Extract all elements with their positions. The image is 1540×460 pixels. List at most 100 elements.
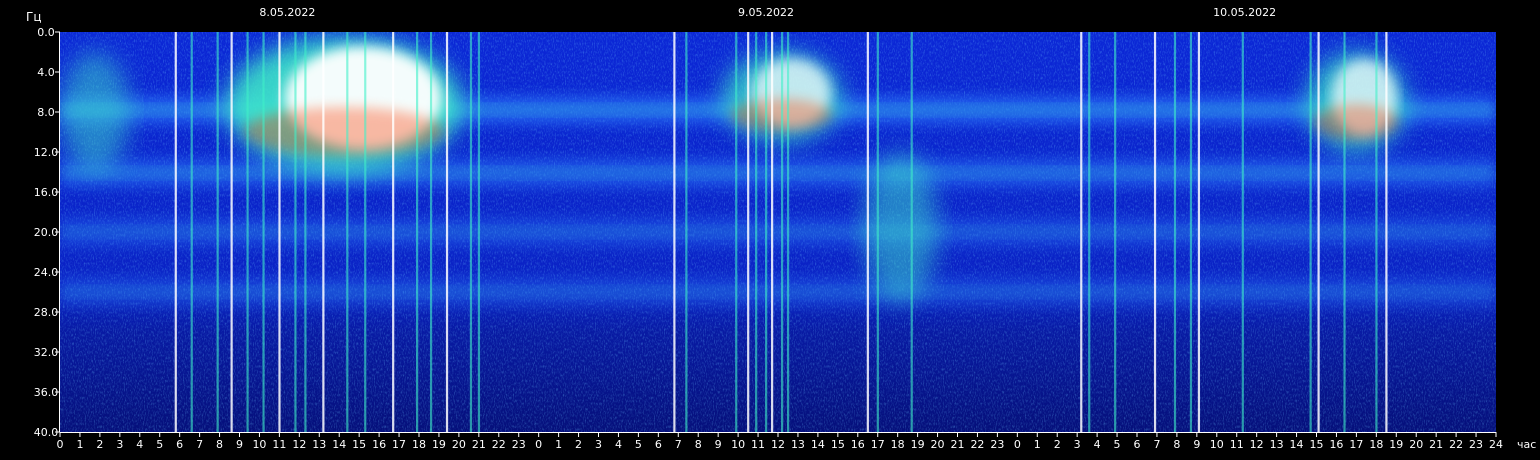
x-tick-label: 0	[1014, 438, 1021, 451]
x-tick-label: 5	[156, 438, 163, 451]
x-tick-label: 15	[352, 438, 366, 451]
x-tick-label: 11	[751, 438, 765, 451]
spike-line	[469, 32, 473, 432]
x-tick-label: 2	[96, 438, 103, 451]
spike-line	[747, 32, 750, 432]
x-tick-label: 23	[990, 438, 1004, 451]
x-tick-label: 19	[1389, 438, 1403, 451]
spike-line	[216, 32, 219, 432]
date-label: 8.05.2022	[259, 6, 315, 19]
plot-area	[60, 32, 1496, 432]
x-tick-label: 13	[312, 438, 326, 451]
spike-line	[294, 32, 297, 432]
spike-line	[246, 32, 249, 432]
x-tick-label: 23	[1469, 438, 1483, 451]
x-tick-label: 13	[1270, 438, 1284, 451]
spike-line	[866, 32, 869, 432]
spike-line	[1080, 32, 1083, 432]
spike-line	[1309, 32, 1312, 432]
x-tick-label: 19	[432, 438, 446, 451]
x-tick-label: 0	[57, 438, 64, 451]
x-tick-label: 10	[252, 438, 266, 451]
spike-line	[1088, 32, 1091, 432]
x-tick-label: 18	[412, 438, 426, 451]
spike-line	[1241, 32, 1244, 432]
spike-line	[735, 32, 738, 432]
spike-line	[416, 32, 419, 432]
x-tick-label: 11	[1230, 438, 1244, 451]
y-tick-label: 20.0	[34, 226, 59, 239]
x-tick-label: 5	[635, 438, 642, 451]
spike-line	[445, 32, 449, 432]
x-tick-label: 7	[675, 438, 682, 451]
y-tick-label: 0.0	[37, 26, 55, 39]
x-tick-label: 23	[512, 438, 526, 451]
x-tick-label: 17	[392, 438, 406, 451]
spike-line	[685, 32, 688, 432]
y-tick-label: 40.0	[34, 426, 59, 439]
x-tick-label: 14	[811, 438, 825, 451]
spike-line	[1385, 32, 1388, 432]
spike-line	[765, 32, 768, 432]
x-tick-label: 1	[76, 438, 83, 451]
spike-line	[1189, 32, 1193, 432]
x-tick-label: 3	[116, 438, 123, 451]
x-tick-label: 20	[452, 438, 466, 451]
x-tick-label: 6	[1134, 438, 1141, 451]
x-axis-label: час	[1517, 438, 1536, 451]
x-tick-label: 2	[1054, 438, 1061, 451]
spike-line	[477, 32, 481, 432]
x-tick-label: 22	[1449, 438, 1463, 451]
spike-line	[1114, 32, 1117, 432]
x-tick-label: 5	[1114, 438, 1121, 451]
spike-line	[278, 32, 281, 432]
x-tick-label: 18	[1369, 438, 1383, 451]
x-tick-label: 4	[1094, 438, 1101, 451]
x-tick-label: 10	[731, 438, 745, 451]
x-tick-label: 20	[931, 438, 945, 451]
spike-line	[1317, 32, 1320, 432]
x-tick-label: 9	[236, 438, 243, 451]
spike-line	[1173, 32, 1177, 432]
x-tick-label: 4	[615, 438, 622, 451]
x-tick-label: 22	[492, 438, 506, 451]
date-labels: 8.05.2022 9.05.2022 10.05.2022	[259, 6, 1276, 19]
x-tick-label: 8	[1173, 438, 1180, 451]
x-tick-label: 6	[176, 438, 183, 451]
date-label: 9.05.2022	[738, 6, 794, 19]
spike-line	[1197, 32, 1201, 432]
spike-line	[346, 32, 349, 432]
x-tick-label: 12	[771, 438, 785, 451]
spike-line	[364, 32, 367, 432]
x-tick-label: 12	[292, 438, 306, 451]
x-tick-label: 13	[791, 438, 805, 451]
x-tick-label: 22	[970, 438, 984, 451]
y-tick-label: 28.0	[34, 306, 59, 319]
burst-glow	[60, 52, 130, 172]
resonance-band-core	[60, 288, 1496, 296]
y-tick-label: 12.0	[34, 146, 59, 159]
spike-line	[304, 32, 307, 432]
x-tick-label: 7	[1153, 438, 1160, 451]
x-tick-label: 18	[891, 438, 905, 451]
y-tick-label: 24.0	[34, 266, 59, 279]
y-tick-label: 8.0	[37, 106, 55, 119]
x-tick-label: 16	[372, 438, 386, 451]
x-tick-label: 14	[332, 438, 346, 451]
spike-line	[322, 32, 325, 432]
x-tick-label: 10	[1210, 438, 1224, 451]
x-tick-label: 3	[1074, 438, 1081, 451]
x-tick-label: 14	[1290, 438, 1304, 451]
x-tick-label: 21	[472, 438, 486, 451]
y-tick-label: 16.0	[34, 186, 59, 199]
x-tick-label: 2	[575, 438, 582, 451]
x-tick-label: 8	[695, 438, 702, 451]
x-tick-label: 1	[555, 438, 562, 451]
x-tick-label: 16	[1329, 438, 1343, 451]
x-tick-label: 0	[535, 438, 542, 451]
y-tick-label: 4.0	[37, 66, 55, 79]
y-axis-ticks: 0.0 4.0 8.0 12.0 16.0 20.0 24.0 28.0 32.0 36.0 40.…	[34, 26, 60, 439]
burst-glow	[863, 152, 938, 302]
x-tick-label: 16	[851, 438, 865, 451]
x-tick-label: 21	[951, 438, 965, 451]
